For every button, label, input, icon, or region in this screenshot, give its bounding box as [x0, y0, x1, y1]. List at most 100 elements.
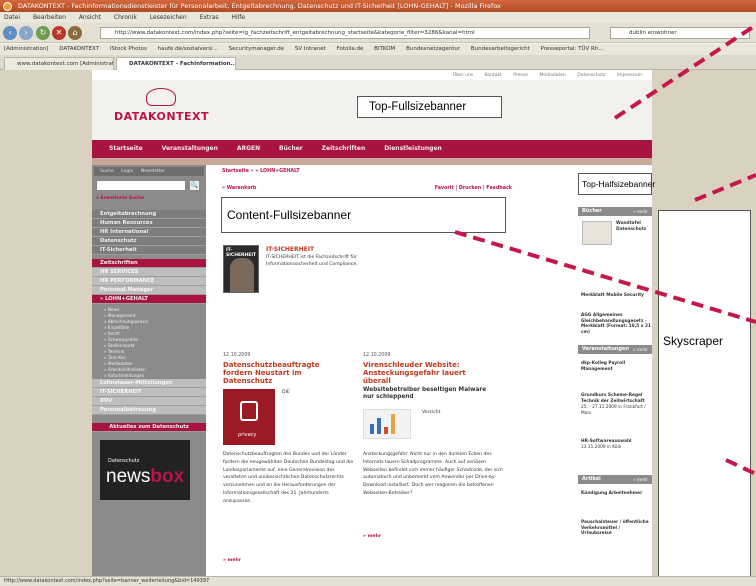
artikel-more-link[interactable]: » mehr [633, 475, 648, 484]
sidebar-item-rdv[interactable]: RDV [92, 397, 206, 406]
submenu-item[interactable]: » Recht [104, 331, 120, 337]
submenu-item[interactable]: » Termine [104, 349, 124, 355]
breadcrumb[interactable]: Startseite » » LOHN+GEHALT [222, 169, 300, 174]
submenu-item[interactable]: » Schwerpunkte [104, 337, 138, 343]
book3-title[interactable]: AGG Allgemeines Gleichbehandlungsgesetz … [581, 313, 651, 335]
nav-zeitschriften[interactable]: Zeitschriften [322, 145, 366, 152]
magazine-title[interactable]: IT-SICHERHEIT [266, 246, 314, 254]
teaser1-more-link[interactable]: » mehr [223, 558, 241, 563]
submenu-item[interactable]: » Arbeitshilfenlisten [104, 367, 146, 373]
url-input[interactable]: http://www.datakontext.com/index.php?sei… [100, 27, 590, 39]
advanced-search-link[interactable]: » Erweiterte Suche [96, 196, 144, 201]
event2-title[interactable]: Grundkurs Scheme-Regel Technik der Zeitw… [581, 393, 651, 404]
menu-chronik[interactable]: Chronik [114, 14, 137, 21]
article2-title[interactable]: Pauschalsteuer / öffentliche Verkehrsmit… [581, 520, 651, 537]
teaser2-more-link[interactable]: » mehr [363, 534, 381, 539]
skyscraper-banner[interactable]: Skyscraper [658, 210, 751, 576]
bookmark-item[interactable]: iStock Photos [110, 46, 147, 52]
sidebar-item-it-sicherheit-mag[interactable]: IT-SICHERHEIT [92, 388, 206, 397]
event3-title[interactable]: HR-Softwareauswahl [581, 439, 651, 445]
tab-datakontext[interactable]: DATAKONTEXT - Fachinformation... [116, 57, 236, 70]
tab-administration[interactable]: www.datakontext.com [Administration] [4, 57, 114, 70]
submenu-item[interactable]: » Test-Abo [104, 355, 126, 361]
buecher-more-link[interactable]: » mehr [633, 207, 648, 216]
teaser1-date: 12.10.2009 [223, 353, 251, 358]
reload-icon[interactable]: ↻ [36, 26, 50, 40]
tab-login[interactable]: Login [121, 169, 133, 174]
tab-suche[interactable]: Suche [100, 169, 114, 174]
sidebar-item-it-sicherheit[interactable]: IT-Sicherheit [92, 246, 206, 255]
teaser1-headline[interactable]: Datenschutzbeauftragte fordern Neustart … [223, 361, 341, 385]
magazine-cover[interactable]: IT-SICHERHEIT [223, 245, 259, 293]
content-fullsize-banner[interactable]: Content-Fullsizebanner [221, 197, 506, 233]
bookmark-item[interactable]: haufe.de/sozialversi... [158, 46, 218, 52]
sidebar-item-personalbetreuung[interactable]: Personalbetreuung [92, 406, 206, 415]
veranstaltungen-more-link[interactable]: » mehr [633, 345, 648, 354]
bookmark-item[interactable]: BITKOM [374, 46, 395, 52]
warenkorb-link[interactable]: » Warenkorb [222, 186, 256, 191]
sidebar-item-hr[interactable]: Human Resources [92, 219, 206, 228]
tab-newsletter[interactable]: Newsletter [141, 169, 165, 174]
sidebar-item-hr-international[interactable]: HR International [92, 228, 206, 237]
link-impressum[interactable]: Impressum [617, 73, 642, 78]
submenu-item[interactable]: » Sofortmeldungen [104, 373, 144, 379]
article1-title[interactable]: Kündigung Arbeitnehmer [581, 491, 651, 497]
sidebar-item-personal-manager[interactable]: Personal.Manager [92, 286, 206, 295]
bookmark-item[interactable]: Bundesnetzagentur [406, 46, 460, 52]
sidebar-item-aktuelles[interactable]: Aktuelles zum Datenschutz [92, 423, 206, 432]
link-kontakt[interactable]: Kontakt [485, 73, 502, 78]
menu-datei[interactable]: Datei [4, 14, 20, 21]
home-icon[interactable]: ⌂ [68, 26, 82, 40]
bookmark-item[interactable]: SV Intranet [295, 46, 326, 52]
sidebar-item-entgelt[interactable]: Entgeltabrechnung [92, 210, 206, 219]
sidebar-item-hr-performance[interactable]: HR PERFORMANCE [92, 277, 206, 286]
bookmark-item[interactable]: Securitymanager.de [229, 46, 284, 52]
site-search-input[interactable] [96, 180, 186, 191]
nav-argen[interactable]: ARGEN [237, 145, 260, 152]
submenu-item[interactable]: » Management [104, 313, 135, 319]
bookmark-item[interactable]: Fotolia.de [337, 46, 364, 52]
bookmark-item[interactable]: [Administration] [4, 46, 49, 52]
top-halfsize-banner[interactable]: Top-Halfsizebanner [578, 173, 655, 195]
event1-title[interactable]: dkp-Kolleg Payroll Management [581, 361, 651, 372]
book2-title[interactable]: Merkblatt Mobile Security [581, 293, 651, 299]
submenu-item[interactable]: » Mediadaten [104, 361, 133, 367]
nav-buecher[interactable]: Bücher [279, 145, 303, 152]
book1-title[interactable]: Wandtafel Datenschutz [616, 221, 650, 232]
teaser2-headline[interactable]: Virenschleuder Website: Ansteckungsgefah… [363, 361, 491, 385]
bookmark-item[interactable]: DATAKONTEXT [59, 46, 99, 52]
sidebar-item-lohnsteuer[interactable]: Lohnsteuer-Mitteilungen [92, 379, 206, 388]
menu-hilfe[interactable]: Hilfe [231, 14, 245, 21]
nav-veranstaltungen[interactable]: Veranstaltungen [162, 145, 218, 152]
forward-icon[interactable]: › [19, 26, 33, 40]
link-datenschutz[interactable]: Datenschutz [577, 73, 605, 78]
bookmark-item[interactable]: Bundesarbeitsgericht [471, 46, 530, 52]
nav-dienstleistungen[interactable]: Dienstleistungen [384, 145, 442, 152]
search-input[interactable]: dublin einwohner [610, 27, 750, 39]
menu-lesezeichen[interactable]: Lesezeichen [150, 14, 187, 21]
page-tools[interactable]: Favorit | Drucken | Feedback [435, 186, 512, 191]
sidebar-item-hr-services[interactable]: HR SERVICES [92, 268, 206, 277]
book-thumbnail[interactable] [582, 221, 612, 245]
back-icon[interactable]: ‹ [3, 26, 17, 40]
submenu-item[interactable]: » Einzelfälle [104, 325, 129, 331]
site-logo[interactable]: DATAKONTEXT [114, 110, 209, 123]
submenu-item[interactable]: » News [104, 307, 119, 313]
submenu-item[interactable]: » Stellenmarkt [104, 343, 135, 349]
menu-bearbeiten[interactable]: Bearbeiten [33, 14, 66, 21]
bookmark-item[interactable]: Presseportal: TÜV Rh... [540, 46, 603, 52]
top-fullsize-banner[interactable]: Top-Fullsizebanner [357, 96, 502, 118]
link-mediadaten[interactable]: Mediadaten [539, 73, 566, 78]
link-ueber-uns[interactable]: Über uns [453, 73, 473, 78]
menu-extras[interactable]: Extras [200, 14, 219, 21]
link-presse[interactable]: Presse [513, 73, 528, 78]
submenu-item[interactable]: » Abrechnungspraxis [104, 319, 148, 325]
sidebar-item-zeitschriften[interactable]: Zeitschriften [92, 259, 206, 268]
stop-icon[interactable]: ✕ [52, 26, 66, 40]
newsbox-banner[interactable]: Datenschutz newsbox [100, 440, 190, 500]
search-icon[interactable]: 🔍 [189, 180, 200, 191]
sidebar-item-datenschutz[interactable]: Datenschutz [92, 237, 206, 246]
menu-ansicht[interactable]: Ansicht [79, 14, 101, 21]
nav-startseite[interactable]: Startseite [109, 145, 143, 152]
sidebar-item-lohn-gehalt[interactable]: » LOHN+GEHALT [92, 295, 206, 304]
